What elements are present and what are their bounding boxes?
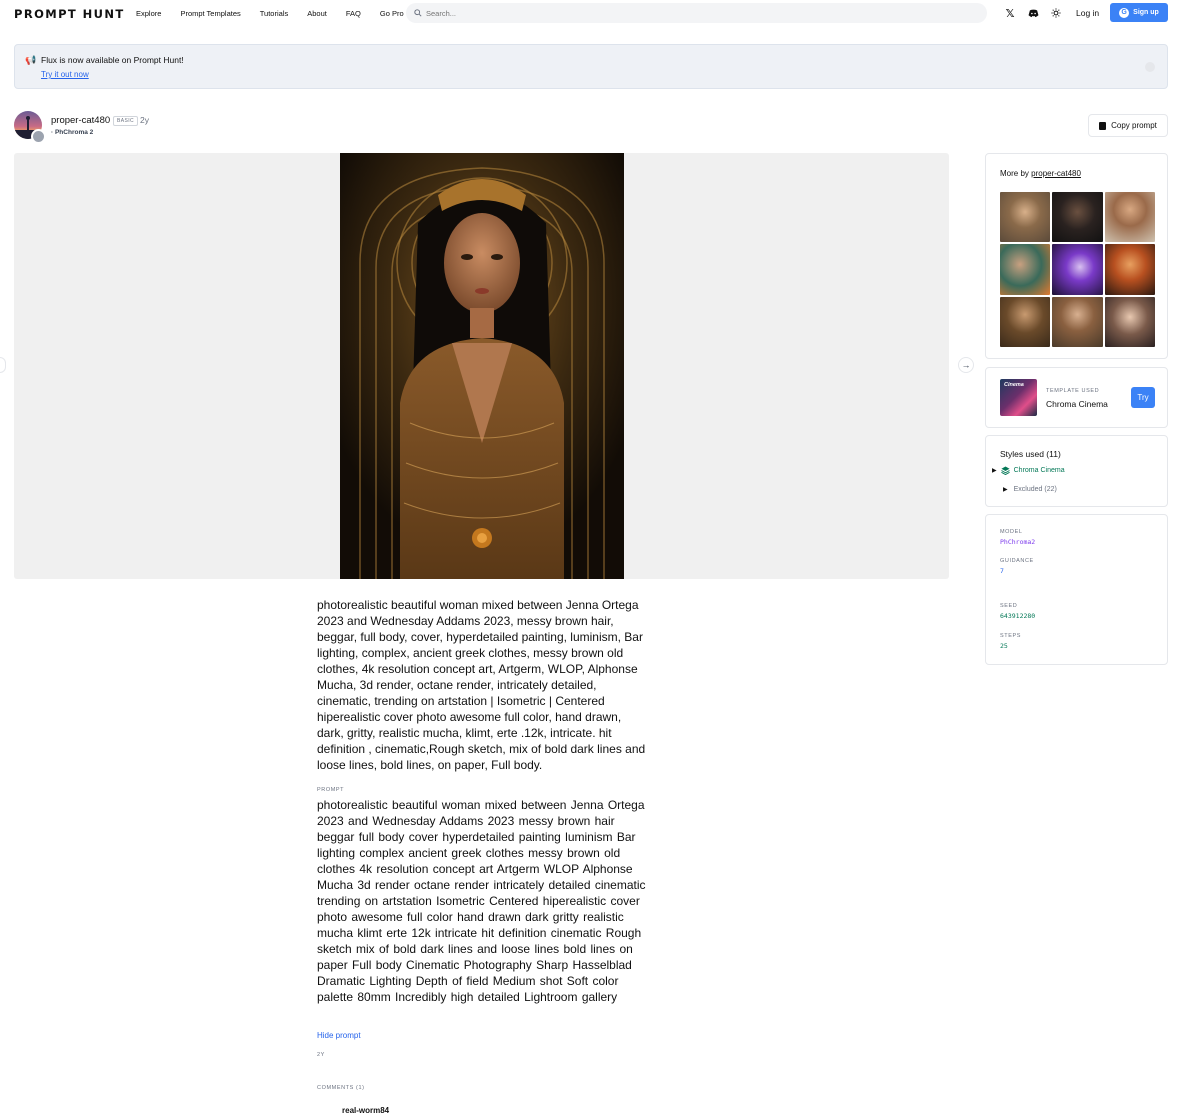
arrow-right-icon: →	[961, 360, 971, 370]
banner-link[interactable]: Try it out now	[41, 70, 89, 79]
more-by-user-link[interactable]: proper-cat480	[1031, 169, 1081, 178]
more-by-thumbnails	[1000, 192, 1155, 347]
excluded-label: Excluded (22)	[1013, 486, 1057, 493]
x-twitter-icon[interactable]: 𝕏	[1004, 7, 1016, 20]
style-item[interactable]: ▶ Chroma Cinema	[992, 466, 1065, 475]
nav-link-about[interactable]: About	[307, 9, 327, 18]
styles-used-title: Styles used (11)	[1000, 449, 1061, 459]
try-template-button[interactable]: Try	[1131, 387, 1155, 408]
more-by-title: More by proper-cat480	[1000, 169, 1081, 178]
nav-link-go-pro[interactable]: Go Pro	[380, 9, 404, 18]
hide-prompt-link[interactable]: Hide prompt	[317, 1031, 361, 1040]
nav-link-prompt-templates[interactable]: Prompt Templates	[180, 9, 240, 18]
template-used-card: Cinema TEMPLATE USED Chroma Cinema Try	[985, 367, 1168, 428]
nav-links: Explore Prompt Templates Tutorials About…	[136, 9, 423, 18]
prompt-description: photorealistic beautiful woman mixed bet…	[317, 598, 646, 772]
theme-toggle-sun-icon[interactable]	[1050, 7, 1062, 19]
template-used-label: TEMPLATE USED	[1046, 388, 1100, 394]
guidance-key: GUIDANCE	[1000, 558, 1034, 564]
post-age: 2y	[140, 115, 149, 125]
top-nav: PROMPT HUNT Explore Prompt Templates Tut…	[0, 0, 1200, 27]
search-icon	[414, 9, 422, 17]
model-tag[interactable]: · PhChroma 2	[51, 129, 93, 136]
thumbnail[interactable]	[1052, 192, 1103, 243]
next-image-button[interactable]: →	[958, 357, 974, 373]
guidance-value: 7	[1000, 567, 1004, 575]
nav-link-faq[interactable]: FAQ	[346, 9, 361, 18]
generated-image[interactable]	[340, 153, 624, 579]
thumbnail[interactable]	[1052, 244, 1103, 295]
search-input[interactable]	[426, 8, 946, 18]
avatar-badge	[31, 129, 46, 144]
comments-label: COMMENTS (1)	[317, 1085, 365, 1091]
more-by-prefix: More by	[1000, 169, 1029, 178]
styles-used-card: Styles used (11) ▶ Chroma Cinema ▶ Exclu…	[985, 435, 1168, 507]
discord-icon[interactable]	[1027, 7, 1039, 19]
nav-link-tutorials[interactable]: Tutorials	[260, 9, 288, 18]
template-thumbnail[interactable]: Cinema	[1000, 379, 1037, 416]
login-link[interactable]: Log in	[1076, 8, 1099, 18]
logo[interactable]: PROMPT HUNT	[14, 7, 125, 21]
excluded-styles-toggle[interactable]: ▶ Excluded (22)	[1003, 486, 1057, 493]
banner-message: Flux is now available on Prompt Hunt!	[41, 55, 184, 65]
announcement-banner: 📢 Flux is now available on Prompt Hunt! …	[14, 44, 1168, 89]
model-value[interactable]: PhChroma2	[1000, 538, 1035, 546]
steps-key: STEPS	[1000, 633, 1022, 639]
prompt-label: PROMPT	[317, 787, 345, 793]
thumbnail[interactable]	[1052, 296, 1103, 347]
post-time-label: 2Y	[317, 1052, 325, 1058]
full-prompt-text: photorealistic beautiful woman mixed bet…	[317, 798, 646, 1004]
prev-image-button[interactable]	[0, 357, 6, 373]
thumbnail[interactable]	[1104, 244, 1155, 295]
template-thumbnail-text: Cinema	[1004, 382, 1024, 388]
search-bar[interactable]	[406, 3, 987, 23]
signup-button[interactable]: G Sign up	[1110, 3, 1168, 22]
model-key: MODEL	[1000, 529, 1023, 535]
megaphone-icon: 📢	[25, 55, 37, 65]
google-icon: G	[1119, 7, 1130, 18]
generation-details-card: MODEL PhChroma2 GUIDANCE 7 SEED 64391228…	[985, 514, 1168, 665]
layers-icon	[1000, 466, 1010, 475]
style-item-label: Chroma Cinema	[1013, 467, 1065, 474]
caret-right-icon: ▶	[992, 468, 997, 474]
steps-value: 25	[1000, 642, 1008, 650]
thumbnail[interactable]	[1000, 244, 1051, 295]
banner-close-icon[interactable]	[1145, 62, 1155, 72]
seed-key: SEED	[1000, 603, 1018, 609]
username[interactable]: proper-cat480	[51, 115, 110, 126]
thumbnail[interactable]	[1104, 296, 1155, 347]
nav-link-explore[interactable]: Explore	[136, 9, 161, 18]
copy-icon	[1099, 121, 1107, 130]
copy-prompt-label: Copy prompt	[1111, 121, 1157, 130]
seed-value: 643912280	[1000, 612, 1036, 620]
template-name[interactable]: Chroma Cinema	[1046, 399, 1108, 409]
thumbnail[interactable]	[1000, 192, 1051, 243]
plan-badge: BASIC	[113, 116, 139, 126]
commenter-name[interactable]: real-worm84	[342, 1106, 389, 1115]
caret-right-icon: ▶	[1003, 487, 1008, 493]
thumbnail[interactable]	[1104, 192, 1155, 243]
copy-prompt-button[interactable]: Copy prompt	[1088, 114, 1168, 137]
thumbnail[interactable]	[1000, 296, 1051, 347]
signup-label: Sign up	[1133, 9, 1159, 16]
more-by-card: More by proper-cat480	[985, 153, 1168, 359]
